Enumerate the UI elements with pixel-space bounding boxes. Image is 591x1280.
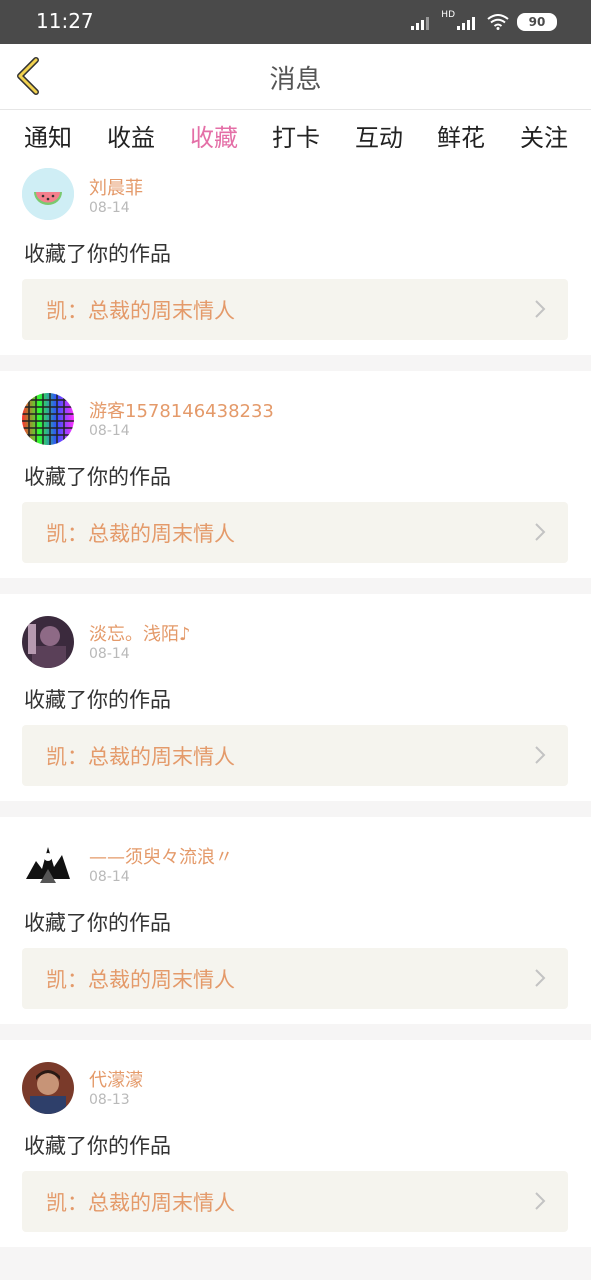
work-title: 凯：总裁的周末情人 xyxy=(46,1191,235,1215)
color-grid-avatar-icon xyxy=(22,393,74,445)
message-text: 收藏了你的作品 xyxy=(24,242,171,266)
status-icons: HD 90 xyxy=(411,10,557,31)
work-title: 凯：总裁的周末情人 xyxy=(46,299,235,323)
message-card: 淡忘。浅陌♪ 08-14 收藏了你的作品 凯：总裁的周末情人 xyxy=(0,594,591,801)
username[interactable]: 刘晨菲 xyxy=(89,174,143,200)
signal-icon xyxy=(411,17,430,30)
message-date: 08-14 xyxy=(89,423,130,439)
work-link[interactable]: 凯：总裁的周末情人 xyxy=(22,1171,568,1232)
work-link[interactable]: 凯：总裁的周末情人 xyxy=(22,725,568,786)
username[interactable]: 代濛濛 xyxy=(89,1066,143,1092)
message-date: 08-13 xyxy=(89,1092,130,1108)
wifi-icon xyxy=(487,14,509,30)
chevron-right-icon xyxy=(535,300,546,318)
page-title: 消息 xyxy=(269,65,322,95)
message-card: 刘晨菲 08-14 收藏了你的作品 凯：总裁的周末情人 xyxy=(0,148,591,355)
avatar[interactable] xyxy=(22,168,74,220)
message-text: 收藏了你的作品 xyxy=(24,911,171,935)
avatar[interactable] xyxy=(22,393,74,445)
username[interactable]: 淡忘。浅陌♪ xyxy=(89,620,191,646)
work-link[interactable]: 凯：总裁的周末情人 xyxy=(22,948,568,1009)
avatar[interactable] xyxy=(22,616,74,668)
chevron-right-icon xyxy=(535,746,546,764)
network-label: HD xyxy=(441,10,455,20)
username[interactable]: 游客1578146438233 xyxy=(89,397,274,423)
work-title: 凯：总裁的周末情人 xyxy=(46,968,235,992)
message-date: 08-14 xyxy=(89,200,130,216)
photo-avatar-icon xyxy=(22,616,74,668)
status-bar: 11:27 HD 90 xyxy=(0,0,591,44)
top-bar: 消息 xyxy=(0,44,591,110)
message-card: 代濛濛 08-13 收藏了你的作品 凯：总裁的周末情人 xyxy=(0,1040,591,1247)
battery-indicator: 90 xyxy=(517,13,557,31)
message-text: 收藏了你的作品 xyxy=(24,1134,171,1158)
message-text: 收藏了你的作品 xyxy=(24,688,171,712)
message-date: 08-14 xyxy=(89,869,130,885)
chevron-right-icon xyxy=(535,1192,546,1210)
username[interactable]: ——须臾々流浪〃 xyxy=(89,843,233,869)
watermelon-avatar-icon xyxy=(22,168,74,220)
work-link[interactable]: 凯：总裁的周末情人 xyxy=(22,279,568,340)
signal-hd-icon xyxy=(457,17,475,30)
status-time: 11:27 xyxy=(36,9,94,33)
chevron-right-icon xyxy=(535,523,546,541)
message-text: 收藏了你的作品 xyxy=(24,465,171,489)
work-title: 凯：总裁的周末情人 xyxy=(46,745,235,769)
avatar[interactable] xyxy=(22,839,74,891)
message-date: 08-14 xyxy=(89,646,130,662)
work-link[interactable]: 凯：总裁的周末情人 xyxy=(22,502,568,563)
ink-sketch-avatar-icon xyxy=(22,839,74,891)
chevron-right-icon xyxy=(535,969,546,987)
photo-avatar-icon xyxy=(22,1062,74,1114)
message-card: 游客1578146438233 08-14 收藏了你的作品 凯：总裁的周末情人 xyxy=(0,371,591,578)
avatar[interactable] xyxy=(22,1062,74,1114)
work-title: 凯：总裁的周末情人 xyxy=(46,522,235,546)
message-card: ——须臾々流浪〃 08-14 收藏了你的作品 凯：总裁的周末情人 xyxy=(0,817,591,1024)
